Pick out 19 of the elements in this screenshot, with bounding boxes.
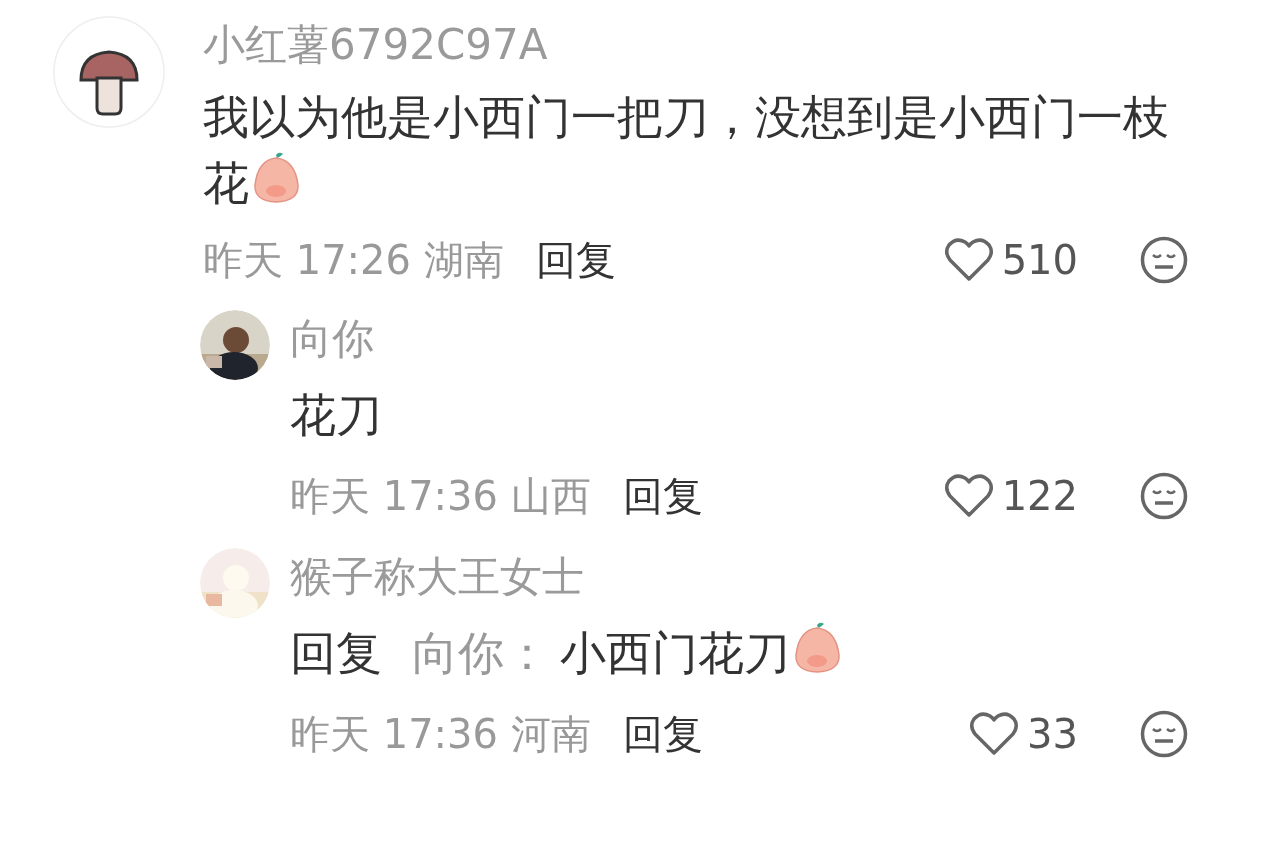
comment-text: 我以为他是小西门一把刀，没想到是小西门一枝花 <box>203 89 1170 212</box>
reply-button[interactable]: 回复 <box>535 230 616 290</box>
comment-text: 回复 向你： 小西门花刀 <box>290 620 1188 686</box>
timestamp: 昨天 17:26 湖南 <box>203 236 504 285</box>
like-count: 122 <box>1001 472 1078 521</box>
timestamp: 昨天 17:36 河南 <box>290 710 591 759</box>
like-count: 510 <box>1001 236 1078 285</box>
comment-text: 花刀 <box>290 387 383 444</box>
heart-icon[interactable] <box>943 237 994 283</box>
mushroom-avatar[interactable] <box>53 16 165 128</box>
like-count: 33 <box>1027 710 1078 759</box>
timestamp: 昨天 17:36 山西 <box>290 472 591 521</box>
heart-icon[interactable] <box>943 473 994 519</box>
neutral-face-icon[interactable] <box>1140 236 1188 284</box>
neutral-face-icon[interactable] <box>1140 472 1188 520</box>
reply-button[interactable]: 回复 <box>622 466 703 526</box>
heart-icon[interactable] <box>969 711 1020 757</box>
reply-button[interactable]: 回复 <box>622 704 703 764</box>
neutral-face-icon[interactable] <box>1140 710 1188 758</box>
